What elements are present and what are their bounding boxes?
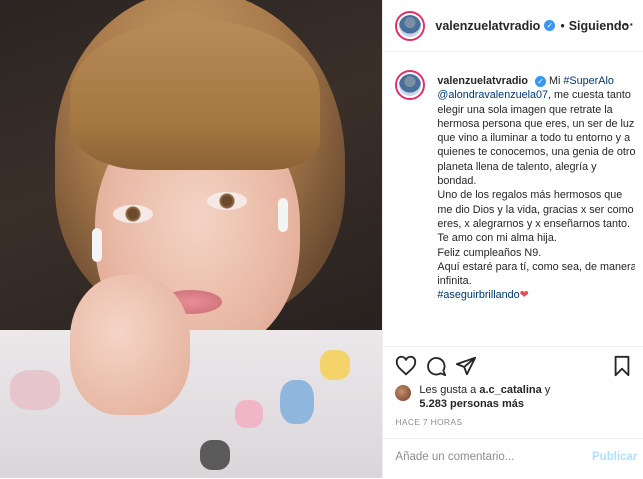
post-photo[interactable] <box>0 0 383 478</box>
photo-shirt <box>0 330 383 478</box>
caption-text: valenzuelatvradio ✓ Mi #SuperAlo @alondr… <box>437 74 635 303</box>
header-avatar[interactable] <box>395 10 426 41</box>
caption-paragraph: , me cuesta tanto elegir una sola imagen… <box>437 89 636 188</box>
likes-summary: Les gusta a a.c_catalina y 5.283 persona… <box>395 383 619 411</box>
likes-count[interactable]: 5.283 personas más <box>419 398 524 410</box>
more-options-icon[interactable]: ··· <box>618 16 635 32</box>
caption-paragraph: Uno de los regalos más hermosos que me d… <box>437 189 634 230</box>
publish-button[interactable]: Publicar <box>592 451 637 463</box>
photo-bangs <box>70 20 320 170</box>
post-header: valenzuelatvradio ✓ • Siguiendo ··· <box>383 0 643 52</box>
heart-icon[interactable] <box>395 355 417 377</box>
caption-mi: Mi <box>549 75 561 87</box>
shirt-print <box>280 380 314 424</box>
caption-avatar[interactable] <box>395 70 426 100</box>
comment-icon[interactable] <box>425 355 447 377</box>
header-username[interactable]: valenzuelatvradio <box>435 19 540 33</box>
hashtag-link[interactable]: #aseguirbrillando <box>437 289 519 301</box>
shirt-print <box>200 440 230 470</box>
mention-link[interactable]: @alondravalenzuela07 <box>437 89 548 101</box>
action-bar <box>383 346 643 387</box>
follow-separator: • <box>560 18 565 33</box>
verified-badge-icon: ✓ <box>544 20 556 31</box>
post-timestamp[interactable]: HACE 7 HORAS <box>395 417 462 427</box>
liker-avatar[interactable] <box>395 385 412 401</box>
hashtag-link[interactable]: #SuperAlo <box>563 75 613 87</box>
shirt-print <box>10 370 60 410</box>
share-icon[interactable] <box>455 355 477 377</box>
caption-username[interactable]: valenzuelatvradio <box>437 75 528 87</box>
bookmark-icon[interactable] <box>611 355 633 377</box>
comment-bar: Añade un comentario... Publicar <box>383 438 643 479</box>
post-sidebar: valenzuelatvradio ✓ • Siguiendo ··· vale… <box>382 0 643 478</box>
instagram-post: valenzuelatvradio ✓ • Siguiendo ··· vale… <box>0 0 643 478</box>
comment-input[interactable]: Añade un comentario... <box>395 451 514 463</box>
red-heart-emoji: ❤ <box>519 289 529 302</box>
likes-prefix: Les gusta a <box>419 384 477 396</box>
likes-conj: y <box>544 384 551 396</box>
photo-earbud-right <box>278 198 288 232</box>
liker-username[interactable]: a.c_catalina <box>479 384 541 396</box>
shirt-print <box>235 400 263 428</box>
caption-paragraph: Te amo con mi alma hija. <box>437 232 557 245</box>
caption-paragraph: Feliz cumpleaños N9. <box>437 246 542 259</box>
shirt-print <box>320 350 350 380</box>
caption-block: valenzuelatvradio ✓ Mi #SuperAlo @alondr… <box>395 70 635 342</box>
verified-badge-icon: ✓ <box>535 75 547 87</box>
caption-paragraph: Aquí estaré para tí, como sea, de manera… <box>437 260 636 288</box>
photo-eye-left <box>113 205 153 223</box>
photo-eye-right <box>207 192 247 210</box>
photo-hand <box>70 275 190 415</box>
photo-earbud-left <box>92 228 102 262</box>
